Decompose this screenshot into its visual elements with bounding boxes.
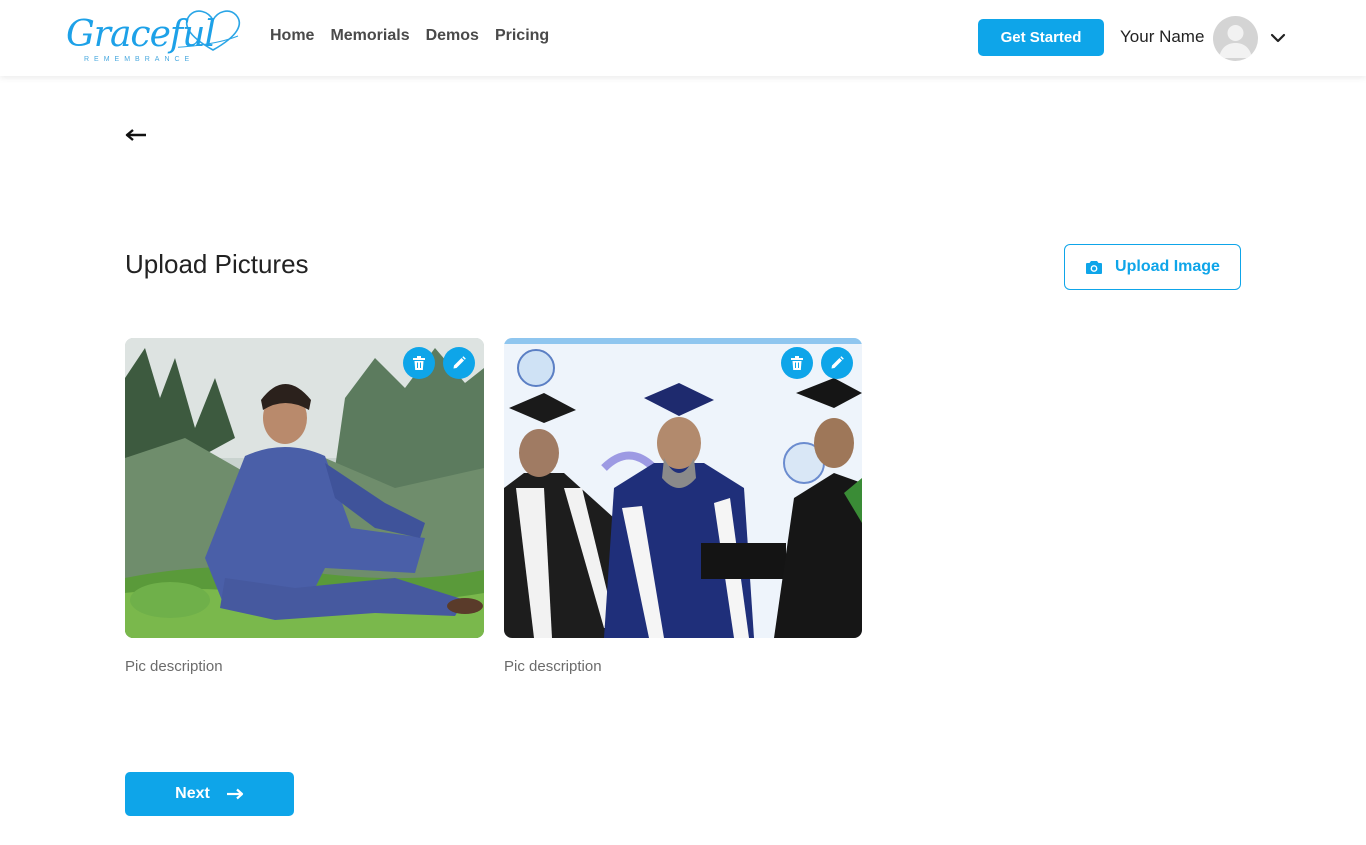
delete-picture-button[interactable] xyxy=(781,347,813,379)
nav-pricing[interactable]: Pricing xyxy=(495,27,549,45)
picture-thumbnail[interactable] xyxy=(504,338,862,638)
get-started-button[interactable]: Get Started xyxy=(978,19,1104,56)
picture-thumbnail[interactable] xyxy=(125,338,484,638)
pencil-icon xyxy=(831,356,844,369)
delete-picture-button[interactable] xyxy=(403,347,435,379)
nav-demos[interactable]: Demos xyxy=(426,27,479,45)
user-name[interactable]: Your Name xyxy=(1120,27,1204,47)
nav-memorials[interactable]: Memorials xyxy=(330,27,409,45)
page-title: Upload Pictures xyxy=(125,249,309,279)
upload-image-button[interactable]: Upload Image xyxy=(1064,244,1241,290)
picture-description[interactable]: Pic description xyxy=(125,658,484,675)
arrow-right-icon xyxy=(226,788,243,800)
top-navbar: Graceful REMEMBRANCE Home Memorials Demo… xyxy=(0,0,1366,76)
uploaded-photo-graduation xyxy=(504,338,862,638)
edit-picture-button[interactable] xyxy=(443,347,475,379)
picture-card: Pic description xyxy=(504,338,862,675)
upload-image-label: Upload Image xyxy=(1115,258,1220,275)
edit-picture-button[interactable] xyxy=(821,347,853,379)
logo-wordmark: Graceful xyxy=(66,14,216,55)
pencil-icon xyxy=(453,356,466,369)
main-nav: Home Memorials Demos Pricing xyxy=(270,27,549,45)
logo-subtext: REMEMBRANCE xyxy=(84,56,195,63)
trash-icon xyxy=(413,356,425,370)
next-label: Next xyxy=(175,785,210,802)
next-button[interactable]: Next xyxy=(125,772,294,816)
chevron-down-icon[interactable] xyxy=(1270,31,1286,45)
arrow-left-icon[interactable] xyxy=(125,128,147,142)
picture-card: Pic description xyxy=(125,338,484,675)
brand-logo[interactable]: Graceful REMEMBRANCE xyxy=(58,6,248,68)
picture-description[interactable]: Pic description xyxy=(504,658,862,675)
nav-home[interactable]: Home xyxy=(270,27,314,45)
camera-icon xyxy=(1086,261,1103,274)
trash-icon xyxy=(791,356,803,370)
uploaded-photo-outdoor xyxy=(125,338,484,638)
user-avatar-icon[interactable] xyxy=(1213,16,1258,61)
